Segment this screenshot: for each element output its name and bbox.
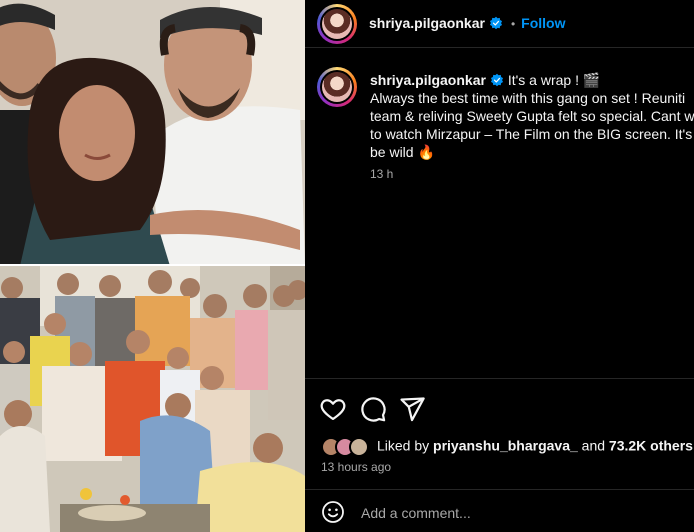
caption-line-3: team & reliving Sweety Gupta felt so spe… — [370, 108, 694, 124]
photo-selfie — [0, 0, 305, 266]
caption-line-2: Always the best time with this gang on s… — [370, 90, 686, 106]
likes-count[interactable]: 73.2K others — [609, 438, 693, 454]
liked-by-user[interactable]: priyanshu_bhargava_ — [433, 438, 578, 454]
emoji-icon[interactable] — [321, 500, 345, 524]
post-panel: shriya.pilgaonkar • Follow shriya.pilgaonk… — [305, 0, 694, 532]
group-illustration — [0, 266, 305, 532]
likes-summary: Liked by priyanshu_bhargava_ and 73.2K o… — [321, 437, 693, 457]
liker-avatar — [349, 437, 369, 457]
caption-line-1: shriya.pilgaonkar It's a wrap ! 🎬 — [370, 71, 694, 89]
verified-badge-icon — [490, 73, 503, 87]
avatar-image — [322, 72, 352, 102]
photo-group — [0, 266, 305, 532]
header-avatar[interactable] — [317, 4, 357, 44]
header-separator: • — [510, 17, 516, 31]
caption-line-5: be wild 🔥 — [370, 144, 435, 160]
caption-avatar[interactable] — [317, 67, 357, 107]
follow-button[interactable]: Follow — [521, 15, 565, 31]
caption-text-1: It's a wrap ! 🎬 — [507, 72, 601, 88]
post-media[interactable] — [0, 0, 305, 532]
caption: shriya.pilgaonkar It's a wrap ! 🎬 Always… — [370, 71, 694, 161]
heart-icon[interactable] — [319, 395, 347, 423]
caption-line-4: to watch Mirzapur – The Film on the BIG … — [370, 126, 693, 142]
action-bar: Liked by priyanshu_bhargava_ and 73.2K o… — [305, 378, 694, 503]
comment-input[interactable] — [361, 502, 681, 524]
liked-by-and: and — [581, 437, 606, 454]
caption-username[interactable]: shriya.pilgaonkar — [370, 72, 486, 88]
comment-bar — [305, 489, 694, 532]
liker-avatars[interactable] — [321, 437, 371, 457]
liked-by-prefix: Liked by — [377, 437, 430, 454]
share-icon[interactable] — [398, 395, 426, 423]
avatar-image — [322, 9, 352, 39]
selfie-illustration — [0, 0, 305, 266]
post-timestamp[interactable]: 13 hours ago — [321, 460, 391, 474]
header-username[interactable]: shriya.pilgaonkar — [369, 15, 485, 31]
verified-badge-icon — [489, 16, 502, 30]
post-header: shriya.pilgaonkar • Follow — [305, 0, 694, 48]
comment-icon[interactable] — [359, 395, 387, 423]
header-meta: shriya.pilgaonkar • Follow — [369, 15, 565, 33]
caption-time: 13 h — [370, 167, 394, 181]
